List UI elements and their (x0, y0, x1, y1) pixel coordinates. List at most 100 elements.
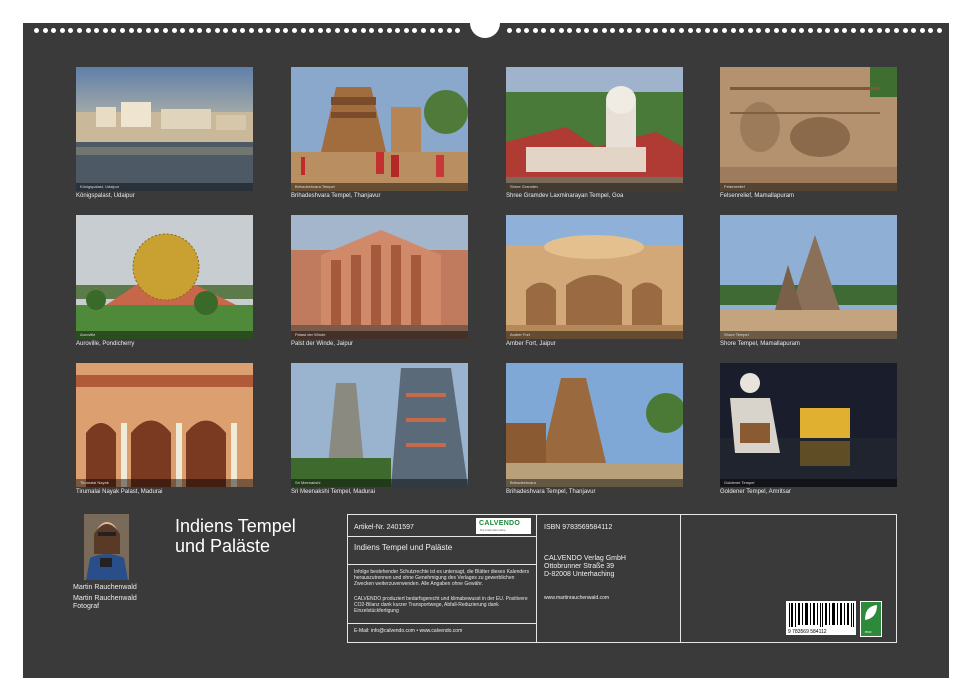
binding-hole (575, 28, 581, 33)
binding-hole (42, 28, 48, 33)
calvendo-logo-subtitle: Die Kalendermarke (480, 528, 506, 532)
photo-tile-palast-der-winde: Palast der Winde (291, 215, 468, 339)
binding-hole (386, 28, 392, 33)
photo-tile-shree-gramdev: Shree Gramdev (506, 67, 683, 191)
binding-hole (704, 28, 710, 33)
binding-hole (644, 28, 650, 33)
photo-tile-auroville: Auroville (76, 215, 253, 339)
tile-caption: Palst der Winde, Jaipur (291, 341, 354, 347)
author-photo (84, 514, 129, 580)
binding-hole (730, 28, 736, 33)
binding-hole (558, 28, 564, 33)
palast-der-winde-image (291, 215, 468, 339)
calvendo-logo-text: CALVENDO (479, 520, 521, 527)
binding-hole (765, 28, 770, 33)
calvendo-logo: CALVENDO Die Kalendermarke (476, 518, 531, 534)
binding-hole (214, 28, 220, 33)
tile-caption: Goldener Tempel, Amritsar (720, 489, 791, 495)
binding-hole (231, 28, 237, 33)
brihadeshvara-2-image (506, 363, 683, 487)
binding-hole (59, 28, 65, 33)
koenigspalast-image (76, 67, 253, 191)
calendar-title: Indiens Tempel und Paläste (175, 516, 296, 556)
leaf-icon (865, 605, 877, 620)
binding-hole (317, 28, 323, 33)
binding-hole (661, 28, 667, 33)
binding-hole (747, 28, 753, 33)
publisher-street: Ottobrunner Straße 39 (544, 563, 615, 570)
binding-hole (601, 28, 607, 33)
binding-hole (919, 28, 925, 33)
tirumalai-nayak-image (76, 363, 253, 487)
tile-caption: Shree Gramdev Laxminarayan Tempel, Goa (506, 193, 624, 199)
photo-tile-sri-meenakshi: Sri Meenakshi (291, 363, 468, 487)
binding-hole (403, 28, 409, 33)
binding-hole (618, 28, 624, 33)
photo-tile-koenigspalast: Königspalast, Udaipur (76, 67, 253, 191)
felsenrelief-image (720, 67, 897, 191)
binding-hole (773, 28, 779, 33)
tile-caption: Brihadeshvara Tempel, Thanjavur (506, 489, 596, 495)
binding-hole (257, 28, 263, 33)
divider (680, 515, 681, 642)
tile-caption: Brihadeshvara Tempel, Thanjavur (291, 193, 381, 199)
tile-caption: Sri Meenakshi Tempel, Madurai (291, 489, 375, 495)
binding-hole (902, 28, 908, 33)
sri-meenakshi-image (291, 363, 468, 487)
author-name: Martin Rauchenwald (73, 584, 137, 591)
binding-hole (171, 28, 177, 33)
barcode-number: 9 783569 584112 (788, 629, 827, 635)
binding-hole (343, 28, 349, 33)
photo-tile-brihadeshvara-2: Brihadeshvara (506, 363, 683, 487)
photo-tile-goldener-tempel: Goldener Tempel (720, 363, 897, 487)
shree-gramdev-image (506, 67, 683, 191)
binding-hole (515, 28, 521, 33)
binding-hole (421, 28, 426, 33)
photo-tile-brihadeshvara-1: Brihadeshvara Tempel (291, 67, 468, 191)
binding-hole (378, 28, 383, 33)
tile-caption: Felsenrelief, Mamallapuram (720, 193, 795, 199)
website: www.martinrauchenwald.com (544, 595, 610, 601)
eco-badge: eco (860, 601, 882, 637)
binding-hole (808, 28, 813, 33)
goldener-tempel-image (720, 363, 897, 487)
binding-hole (120, 28, 125, 33)
binding-hole (300, 28, 306, 33)
publisher-info-box: Artikel-Nr. 2401597 CALVENDO Die Kalende… (347, 514, 897, 643)
binding-hole (876, 28, 882, 33)
isbn: ISBN 9783569584112 (544, 524, 613, 531)
calendar-title-small: Indiens Tempel und Paläste (354, 543, 453, 552)
divider (348, 564, 536, 565)
author-portrait-image (84, 514, 129, 580)
binding-hole (816, 28, 822, 33)
publisher-name: CALVENDO Verlag GmbH (544, 555, 626, 562)
binding-hole (790, 28, 796, 33)
binding-hole (360, 28, 366, 33)
divider (348, 536, 536, 537)
binding-hole (722, 28, 727, 33)
divider (536, 515, 537, 642)
binding-hole (446, 28, 452, 33)
binding-hole (593, 28, 598, 33)
binding-hole (636, 28, 641, 33)
publisher-address: CALVENDO Verlag GmbH Ottobrunner Straße … (544, 555, 626, 579)
binding-hole (679, 28, 684, 33)
barcode-bars (789, 603, 854, 627)
title-line-2: und Paläste (175, 536, 271, 556)
binding-hole (145, 28, 151, 33)
barcode: 9 783569 584112 (786, 601, 856, 635)
binding-hole (85, 28, 91, 33)
binding-hole (335, 28, 340, 33)
binding-hole (34, 28, 39, 33)
tile-caption: Tirumalai Nayak Palast, Madurai (76, 489, 163, 495)
binding-hole (292, 28, 297, 33)
tile-caption: Auroville, Pondicherry (76, 341, 135, 347)
photo-tile-amber-fort: Amber Fort (506, 215, 683, 339)
author-credit: Martin Rauchenwald Fotograf (73, 595, 137, 611)
binding-hole (833, 28, 839, 33)
binding-hole (77, 28, 82, 33)
tile-caption: Shore Tempel, Mamallapuram (720, 341, 800, 347)
publisher-city: D-82008 Unterhaching (544, 571, 615, 578)
binding-hole (859, 28, 865, 33)
copyright-notice: Infolge bestehender Schutzrechte ist es … (354, 569, 530, 587)
